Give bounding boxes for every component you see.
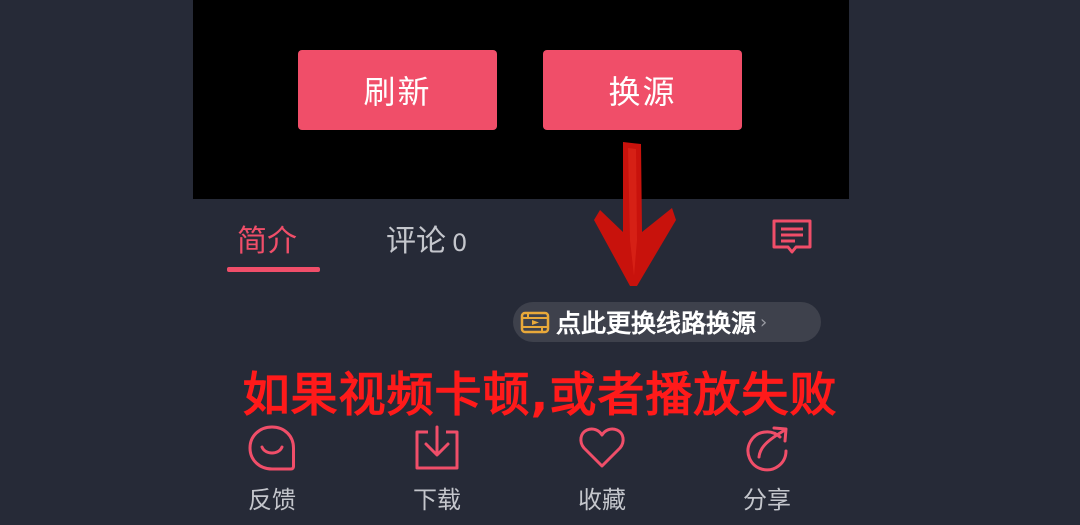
film-icon [520,311,550,334]
chevron-right-icon: › [760,311,768,333]
heart-icon [579,427,625,468]
arrow-down-icon [590,140,680,294]
download-label: 下载 [413,486,461,514]
share-label: 分享 [743,486,791,514]
download-button[interactable]: 下载 [387,424,487,515]
comment-count: 0 [452,229,468,257]
active-tab-indicator [227,267,320,272]
switch-line-pill[interactable]: 点此更换线路换源 › [513,302,821,342]
refresh-button[interactable]: 刷新 [298,50,497,130]
favorite-label: 收藏 [578,486,626,514]
switch-line-text: 点此更换线路换源 [556,309,757,338]
tab-comments-label: 评论 [386,224,446,259]
feedback-button[interactable]: 反馈 [222,424,322,515]
feedback-label: 反馈 [248,486,296,514]
danmaku-icon[interactable] [771,218,813,260]
favorite-button[interactable]: 收藏 [552,424,652,515]
notice-text: 如果视频卡顿,或者播放失败 [242,368,838,423]
share-icon [746,426,788,472]
tab-intro-label: 简介 [237,224,297,259]
tab-intro[interactable]: 简介 [237,216,297,260]
feedback-icon [248,425,295,471]
share-button[interactable]: 分享 [717,424,817,515]
tab-comments[interactable]: 评论 0 [386,216,467,260]
switch-source-button[interactable]: 换源 [543,50,742,130]
video-player[interactable]: 刷新 换源 [193,0,849,199]
download-icon [415,425,459,470]
